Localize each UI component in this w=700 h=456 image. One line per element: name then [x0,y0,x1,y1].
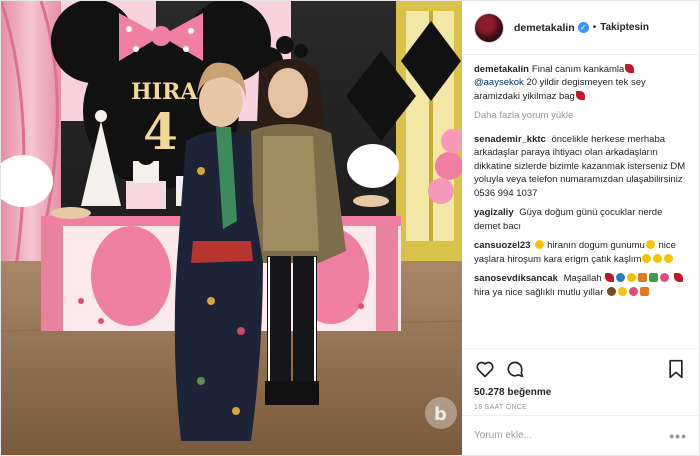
cake-emoji-icon [607,286,616,296]
bookmark-icon[interactable] [665,358,687,380]
heart-icon[interactable] [474,358,496,380]
verified-badge-icon: ✓ [577,22,589,33]
comment-username[interactable]: sanosevdiksancak [474,273,558,284]
action-icons-row [474,357,687,381]
leaf-emoji-icon [649,273,659,283]
follow-status-button[interactable]: Takiptesin [600,22,649,33]
post-actions: 50.278 beğenme 16 SAAT ÖNCE [462,348,699,415]
star-emoji-icon [627,273,637,283]
post-side-panel: demetakalin ✓ • Takiptesin demetakalin Fi… [462,1,699,455]
likes-count[interactable]: 50.278 beğenme [474,387,687,398]
comment-bubble-icon[interactable] [504,358,526,380]
heart-emoji-icon [575,90,585,100]
smiley-emoji-icon [645,240,655,250]
smiley-emoji-icon [618,286,627,296]
party-emoji-icon [640,286,649,296]
smiley-emoji-icon [534,240,544,250]
post-header: demetakalin ✓ • Takiptesin [462,1,699,55]
comment-text: hira ya nice sağlıklı mutlu yıllar [474,286,604,298]
gift-emoji-icon [638,273,648,283]
avatar[interactable] [474,12,504,43]
comment-item: yagizaliy Güya doğum günü çocuklar nerde… [474,206,687,233]
comment-text: Maşallah [563,273,602,285]
comment-username[interactable]: senademir_kktc [474,134,546,145]
party-photo-illustration: HIRA 4 b [1,1,462,455]
post-timestamp: 16 SAAT ÖNCE [474,404,528,411]
header-username[interactable]: demetakalin [514,22,575,34]
caption-text-1: Final canım kankamla [531,64,625,75]
caption-username[interactable]: demetakalin [474,64,529,75]
smiley-emoji-icon [664,253,674,263]
load-more-comments-link[interactable]: Daha fazla yorum yükle [474,109,687,122]
comment-username[interactable]: cansuozel23 [474,240,531,251]
comment-item: senademir_kktc öncelikle herkese merhaba… [474,133,687,200]
comments-list: demetakalin Final canım kankamla @aayseko… [462,55,699,348]
comment-item: cansuozel23 hiranın dogum gunumu nice ya… [474,239,687,266]
add-comment-input[interactable] [474,430,670,441]
more-options-icon[interactable]: ••• [669,428,687,444]
heart-emoji-icon [605,273,615,283]
post-caption: demetakalin Final canım kankamla @aayseko… [474,63,687,103]
heart-emoji-icon [625,64,635,73]
comment-username[interactable]: yagizaliy [474,207,514,218]
add-comment-bar: ••• [462,415,699,455]
watermark-logo: b [434,404,447,425]
comment-text: hiranın dogum gunumu [547,240,645,252]
rose-emoji-icon [673,273,683,283]
smiley-emoji-icon [642,253,652,263]
comment-item: sanosevdiksancak Maşallah hira ya nice s… [474,272,687,299]
smiley-emoji-icon [653,253,663,263]
balloon-emoji-icon [629,286,638,296]
caption-mention[interactable]: @aaysekok [474,77,524,88]
evil-eye-emoji-icon [616,273,626,283]
flower-emoji-icon [660,273,670,283]
header-separator: • [592,22,597,33]
instagram-post: HIRA 4 b demetakalin ✓ • Takiptesin deme… [0,0,700,456]
post-photo[interactable]: HIRA 4 b [1,1,462,455]
